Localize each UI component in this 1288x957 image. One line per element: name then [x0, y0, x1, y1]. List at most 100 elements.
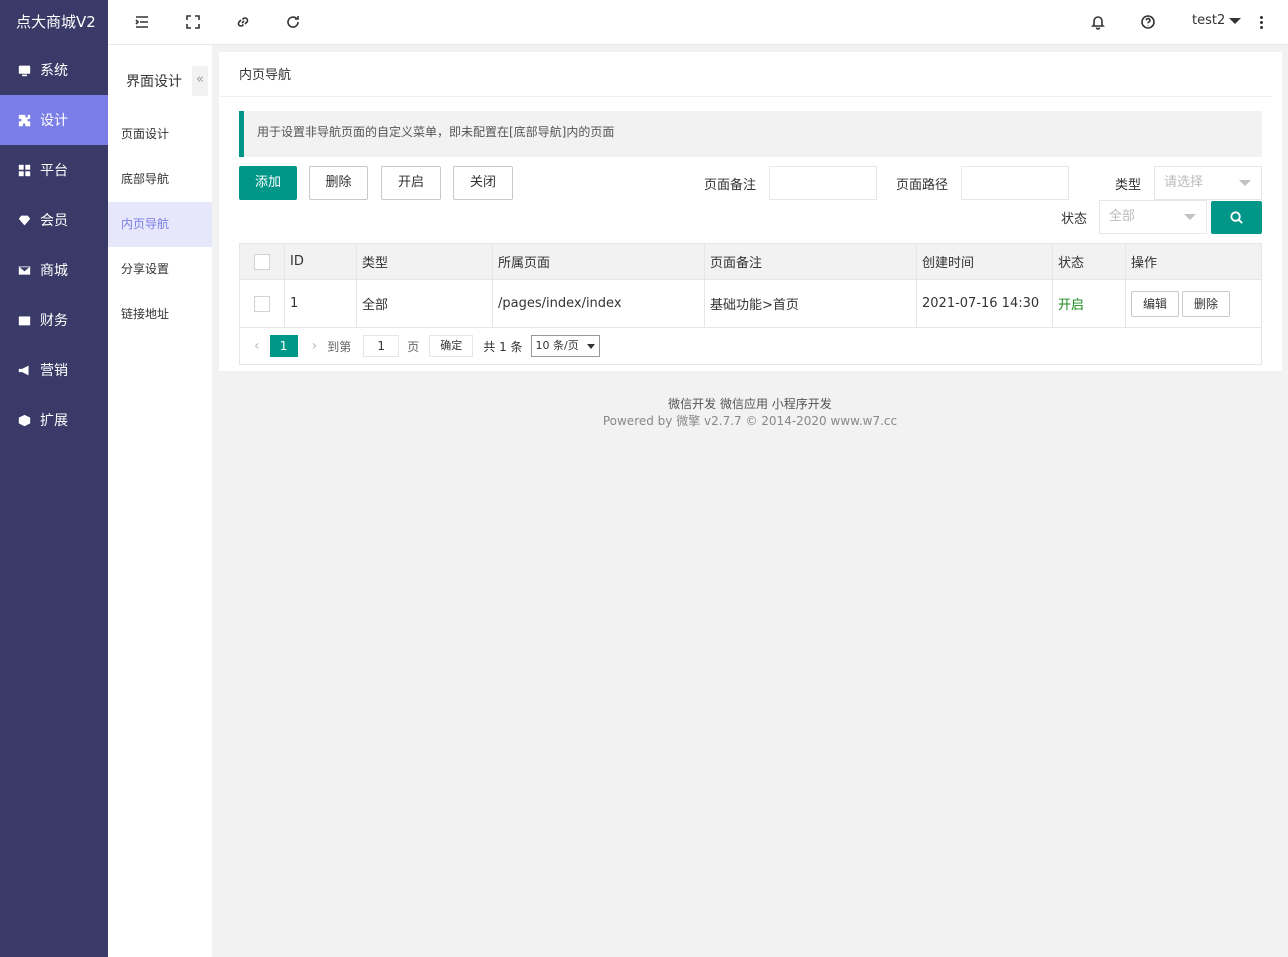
- table-header: 所属页面: [493, 244, 705, 279]
- search-icon: [1230, 211, 1243, 224]
- user-menu[interactable]: test2: [1192, 13, 1242, 28]
- cell-actions: 编辑 删除: [1126, 280, 1261, 327]
- nav-table: ID 类型 所属页面 页面备注 创建时间 状态 操作 1 全部 /pages/i…: [239, 243, 1262, 365]
- table-header: 状态: [1053, 244, 1126, 279]
- prev-page-icon[interactable]: ‹: [254, 338, 260, 354]
- sidebar-item-platform[interactable]: 平台: [0, 145, 108, 195]
- add-button[interactable]: 添加: [239, 166, 297, 200]
- sidebar-item-label: 系统: [40, 63, 68, 79]
- cell-created: 2021-07-16 14:30: [917, 280, 1053, 327]
- sub-sidebar: 界面设计 « 页面设计 底部导航 内页导航 分享设置 链接地址: [108, 45, 212, 957]
- sidebar-item-mall[interactable]: 商城: [0, 245, 108, 295]
- disable-button[interactable]: 关闭: [453, 166, 513, 200]
- sub-item-page-design[interactable]: 页面设计: [108, 112, 212, 157]
- footer-powered: Powered by 微擎 v2.7.7 © 2014-2020 www.w7.…: [602, 414, 898, 428]
- refresh-icon[interactable]: [285, 14, 301, 30]
- grid-icon: [17, 163, 31, 177]
- caret-down-icon: [1184, 214, 1196, 220]
- table-header: 操作: [1131, 256, 1158, 271]
- page-size-value: 10 条/页: [535, 339, 579, 352]
- notice-banner: 用于设置非导航页面的自定义菜单，即未配置在[底部导航]内的页面: [239, 111, 1262, 157]
- cell-id: 1: [285, 280, 357, 327]
- table-header: 页面备注: [705, 244, 917, 279]
- status-select-value: 全部: [1109, 209, 1136, 224]
- menu-fold-icon[interactable]: [134, 14, 150, 30]
- page-size-select[interactable]: 10 条/页: [530, 335, 600, 357]
- sidebar-item-design[interactable]: 设计: [0, 95, 108, 145]
- sidebar-item-label: 财务: [40, 313, 68, 329]
- footer-links[interactable]: 微信开发 微信应用 小程序开发: [0, 396, 1288, 413]
- caret-down-icon: [586, 343, 595, 349]
- username: test2: [1192, 13, 1226, 28]
- footer: 微信开发 微信应用 小程序开发 Powered by 微擎 v2.7.7 © 2…: [0, 396, 1288, 430]
- table-header: 创建时间: [917, 244, 1053, 279]
- cell-page: /pages/index/index: [493, 280, 705, 327]
- search-button[interactable]: [1211, 201, 1262, 234]
- diamond-icon: [17, 213, 31, 227]
- path-input[interactable]: [961, 166, 1069, 200]
- row-checkbox-cell: [240, 280, 285, 327]
- table-header: 类型: [357, 244, 493, 279]
- sidebar-item-marketing[interactable]: 营销: [0, 345, 108, 395]
- remark-input[interactable]: [769, 166, 877, 200]
- table-row: 1 全部 /pages/index/index 基础功能>首页 2021-07-…: [240, 280, 1261, 328]
- goto-label: 到第: [327, 339, 352, 354]
- page-title: 内页导航: [219, 52, 1272, 97]
- sidebar-item-label: 营销: [40, 363, 68, 379]
- wallet-icon: [17, 313, 31, 327]
- app-logo[interactable]: 点大商城V2: [0, 0, 108, 45]
- total-count: 共 1 条: [483, 339, 523, 354]
- link-icon[interactable]: [235, 14, 251, 30]
- delete-button[interactable]: 删除: [309, 166, 368, 200]
- collapse-icon[interactable]: «: [192, 66, 208, 96]
- fullscreen-icon[interactable]: [185, 14, 201, 30]
- table-header: ID: [285, 244, 357, 279]
- mail-icon: [17, 263, 31, 277]
- row-checkbox[interactable]: [254, 295, 270, 312]
- sub-item-inner-nav[interactable]: 内页导航: [108, 202, 212, 247]
- sidebar-item-label: 会员: [40, 213, 68, 229]
- sub-item-share-settings[interactable]: 分享设置: [108, 247, 212, 292]
- top-header: test2: [108, 0, 1288, 45]
- goto-confirm-button[interactable]: 确定: [429, 335, 474, 357]
- more-vertical-icon[interactable]: [1260, 16, 1264, 31]
- chevron-down-icon: [1229, 17, 1242, 24]
- sidebar-item-label: 平台: [40, 163, 68, 179]
- page-unit-label: 页: [407, 339, 420, 354]
- sidebar-item-member[interactable]: 会员: [0, 195, 108, 245]
- help-icon[interactable]: [1140, 14, 1156, 30]
- type-label: 类型: [1115, 178, 1142, 193]
- select-all-checkbox[interactable]: [254, 253, 270, 270]
- monitor-icon: [17, 63, 31, 77]
- status-label: 状态: [1061, 212, 1088, 227]
- sidebar-item-finance[interactable]: 财务: [0, 295, 108, 345]
- sidebar-item-label: 商城: [40, 263, 68, 279]
- remark-label: 页面备注: [704, 178, 757, 193]
- page-current[interactable]: 1: [269, 335, 298, 357]
- sub-sidebar-header: 界面设计 «: [108, 45, 212, 112]
- main-sidebar: 点大商城V2 系统 设计 平台 会员 商城 财务 营销 扩展: [0, 0, 108, 957]
- cell-status: 开启: [1053, 280, 1126, 327]
- sidebar-item-system[interactable]: 系统: [0, 45, 108, 95]
- row-delete-button[interactable]: 删除: [1182, 290, 1231, 317]
- type-select-value: 请选择: [1164, 175, 1204, 190]
- sub-item-bottom-nav[interactable]: 底部导航: [108, 157, 212, 202]
- pagination: ‹ 1 › 到第 1 页 确定 共 1 条 10 条/页: [240, 328, 1261, 364]
- puzzle-icon: [17, 113, 31, 127]
- caret-down-icon: [1239, 180, 1251, 186]
- type-select[interactable]: 请选择: [1154, 166, 1262, 200]
- status-select[interactable]: 全部: [1099, 200, 1207, 234]
- content-card: 内页导航 用于设置非导航页面的自定义菜单，即未配置在[底部导航]内的页面 添加 …: [219, 52, 1282, 371]
- megaphone-icon: [17, 363, 31, 377]
- goto-page-input[interactable]: 1: [363, 335, 400, 357]
- edit-button[interactable]: 编辑: [1131, 290, 1180, 317]
- header-checkbox-cell: [240, 244, 285, 279]
- bell-icon[interactable]: [1090, 14, 1106, 30]
- enable-button[interactable]: 开启: [381, 166, 441, 200]
- path-label: 页面路径: [896, 178, 949, 193]
- sidebar-item-label: 设计: [40, 113, 68, 129]
- sub-item-link-address[interactable]: 链接地址: [108, 292, 212, 337]
- table-header-row: ID 类型 所属页面 页面备注 创建时间 状态 操作: [240, 244, 1261, 280]
- next-page-icon[interactable]: ›: [312, 338, 318, 354]
- cell-remark: 基础功能>首页: [705, 280, 917, 327]
